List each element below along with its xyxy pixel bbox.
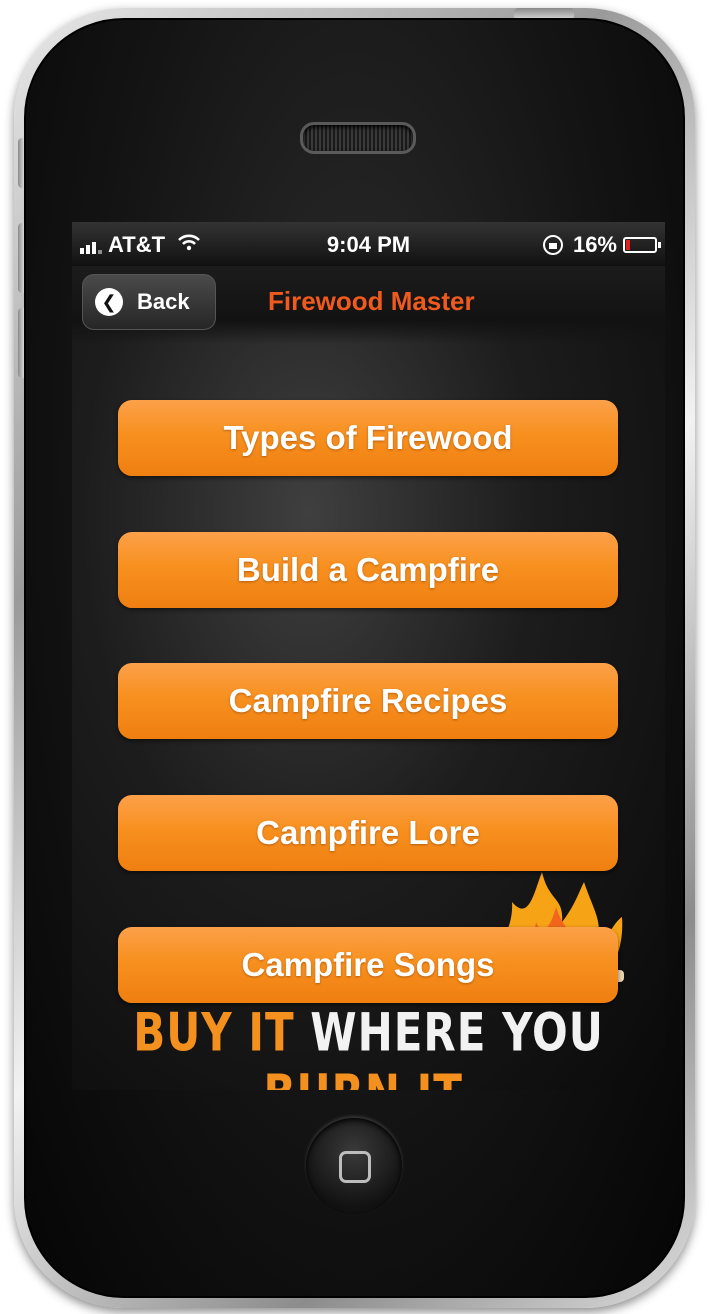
slogan-banner: BUY IT WHERE YOU BURN IT. (72, 1002, 665, 1090)
battery-fill (626, 240, 630, 250)
screen: AT&T 9:04 PM 16% ❮ Back Firewood Master (72, 222, 665, 1090)
menu-button-build-a-campfire[interactable]: Build a Campfire (118, 532, 618, 608)
battery-icon (623, 237, 661, 253)
menu-button-label: Campfire Recipes (228, 682, 508, 719)
earpiece-speaker (300, 122, 416, 154)
menu-button-campfire-songs[interactable]: Campfire Songs (118, 927, 618, 1003)
back-button-label: Back (137, 289, 190, 314)
slogan-part-burn-it: BURN IT. (263, 1063, 473, 1090)
menu-button-label: Types of Firewood (223, 419, 513, 456)
slogan-part-where-you: WHERE YOU (310, 1001, 604, 1063)
menu-button-types-of-firewood[interactable]: Types of Firewood (118, 400, 618, 476)
menu-button-campfire-lore[interactable]: Campfire Lore (118, 795, 618, 871)
menu-button-campfire-recipes[interactable]: Campfire Recipes (118, 663, 618, 739)
menu-button-label: Build a Campfire (236, 551, 500, 588)
home-button[interactable] (306, 1118, 402, 1214)
status-bar: AT&T 9:04 PM 16% (72, 222, 665, 266)
battery-percent: 16% (572, 232, 617, 257)
menu-button-label: Campfire Lore (256, 814, 480, 851)
navigation-bar: ❮ Back Firewood Master (72, 266, 665, 344)
menu-button-label: Campfire Songs (241, 946, 495, 983)
slogan-part-buy-it: BUY IT (133, 1001, 311, 1063)
rotation-lock-icon (542, 235, 563, 255)
status-right: 16% (542, 232, 661, 258)
home-square-icon (339, 1151, 371, 1183)
page-title: Firewood Master (268, 286, 475, 316)
chevron-left-icon: ❮ (95, 288, 123, 316)
back-button[interactable]: ❮ Back (82, 274, 216, 330)
